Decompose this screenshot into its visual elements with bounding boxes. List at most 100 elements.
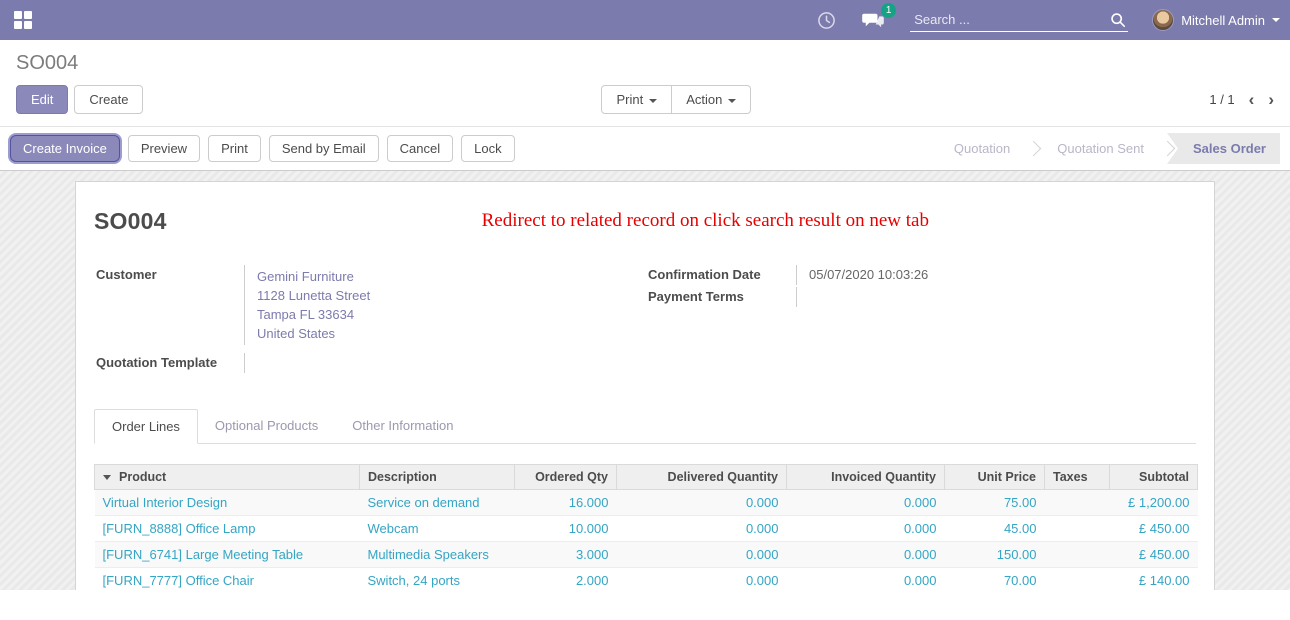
- customer-label: Customer: [94, 265, 244, 345]
- cell-unit-price[interactable]: 75.00: [945, 490, 1045, 516]
- customer-value: Gemini Furniture 1128 Lunetta Street Tam…: [244, 265, 646, 345]
- cell-delivered-qty[interactable]: 0.000: [617, 490, 787, 516]
- action-dropdown-button[interactable]: Action: [672, 85, 751, 114]
- cell-unit-price[interactable]: 45.00: [945, 516, 1045, 542]
- table-row[interactable]: Virtual Interior Design Service on deman…: [95, 490, 1198, 516]
- col-header-ordered-qty[interactable]: Ordered Qty: [515, 465, 617, 490]
- cell-description[interactable]: Multimedia Speakers: [360, 542, 515, 568]
- annotation-text: Redirect to related record on click sear…: [482, 210, 929, 232]
- activities-clock-icon[interactable]: [817, 11, 836, 30]
- cell-product[interactable]: [FURN_6741] Large Meeting Table: [95, 542, 360, 568]
- breadcrumb[interactable]: SO004: [16, 52, 1274, 75]
- edit-button[interactable]: Edit: [16, 85, 68, 114]
- user-name: Mitchell Admin: [1181, 13, 1265, 28]
- cell-ordered-qty[interactable]: 16.000: [515, 490, 617, 516]
- cell-product[interactable]: [FURN_8888] Office Lamp: [95, 516, 360, 542]
- pager-counter: 1 / 1: [1209, 92, 1234, 107]
- form-view-background: SO004 Redirect to related record on clic…: [0, 171, 1290, 590]
- preview-button[interactable]: Preview: [128, 135, 200, 162]
- chevron-down-icon: [649, 99, 657, 103]
- cell-delivered-qty[interactable]: 0.000: [617, 568, 787, 591]
- user-menu[interactable]: Mitchell Admin: [1152, 9, 1280, 31]
- cell-description[interactable]: Webcam: [360, 516, 515, 542]
- control-panel: SO004 Edit Create Print Action 1 / 1 ‹ ›: [0, 40, 1290, 126]
- confirmation-date-label: Confirmation Date: [646, 265, 796, 285]
- pager-next-icon[interactable]: ›: [1268, 91, 1274, 108]
- col-header-description[interactable]: Description: [360, 465, 515, 490]
- cell-product[interactable]: [FURN_7777] Office Chair: [95, 568, 360, 591]
- col-header-invoiced-qty[interactable]: Invoiced Quantity: [787, 465, 945, 490]
- status-steps: Quotation Quotation Sent Sales Order: [930, 133, 1280, 164]
- chevron-down-icon: [728, 99, 736, 103]
- print-button[interactable]: Print: [208, 135, 261, 162]
- table-row[interactable]: [FURN_7777] Office Chair Switch, 24 port…: [95, 568, 1198, 591]
- search-icon[interactable]: [1110, 12, 1126, 28]
- customer-name-link[interactable]: Gemini Furniture: [257, 267, 646, 286]
- cell-description[interactable]: Service on demand: [360, 490, 515, 516]
- create-button[interactable]: Create: [74, 85, 143, 114]
- tab-order-lines[interactable]: Order Lines: [94, 409, 198, 444]
- cell-invoiced-qty[interactable]: 0.000: [787, 490, 945, 516]
- col-header-unit-price[interactable]: Unit Price: [945, 465, 1045, 490]
- cell-delivered-qty[interactable]: 0.000: [617, 516, 787, 542]
- cell-subtotal[interactable]: £ 140.00: [1110, 568, 1198, 591]
- table-row[interactable]: [FURN_8888] Office Lamp Webcam 10.000 0.…: [95, 516, 1198, 542]
- send-by-email-button[interactable]: Send by Email: [269, 135, 379, 162]
- cell-ordered-qty[interactable]: 3.000: [515, 542, 617, 568]
- status-step-sales-order[interactable]: Sales Order: [1167, 133, 1280, 164]
- messages-icon[interactable]: 1: [862, 11, 884, 29]
- cell-invoiced-qty[interactable]: 0.000: [787, 516, 945, 542]
- col-header-taxes[interactable]: Taxes: [1045, 465, 1110, 490]
- cell-taxes[interactable]: [1045, 490, 1110, 516]
- right-field-group: Confirmation Date 05/07/2020 10:03:26 Pa…: [646, 265, 1196, 375]
- customer-city: Tampa FL 33634: [257, 305, 646, 324]
- cell-invoiced-qty[interactable]: 0.000: [787, 568, 945, 591]
- cell-description[interactable]: Switch, 24 ports: [360, 568, 515, 591]
- cell-subtotal[interactable]: £ 450.00: [1110, 516, 1198, 542]
- record-title: SO004: [94, 208, 167, 235]
- cell-unit-price[interactable]: 70.00: [945, 568, 1045, 591]
- chevron-down-icon: [1272, 18, 1280, 22]
- cell-taxes[interactable]: [1045, 542, 1110, 568]
- tab-optional-products[interactable]: Optional Products: [198, 409, 335, 443]
- col-header-delivered-qty[interactable]: Delivered Quantity: [617, 465, 787, 490]
- sort-caret-icon: [103, 475, 111, 480]
- cell-unit-price[interactable]: 150.00: [945, 542, 1045, 568]
- cell-taxes[interactable]: [1045, 568, 1110, 591]
- pager-previous-icon[interactable]: ‹: [1249, 91, 1255, 108]
- tab-other-information[interactable]: Other Information: [335, 409, 470, 443]
- cell-invoiced-qty[interactable]: 0.000: [787, 542, 945, 568]
- quotation-template-value: [244, 353, 646, 373]
- create-invoice-button[interactable]: Create Invoice: [10, 135, 120, 162]
- confirmation-date-value: 05/07/2020 10:03:26: [796, 265, 1196, 285]
- table-header-row: Product Description Ordered Qty Delivere…: [95, 465, 1198, 490]
- cell-product[interactable]: Virtual Interior Design: [95, 490, 360, 516]
- customer-street: 1128 Lunetta Street: [257, 286, 646, 305]
- table-row[interactable]: [FURN_6741] Large Meeting Table Multimed…: [95, 542, 1198, 568]
- col-header-subtotal[interactable]: Subtotal: [1110, 465, 1198, 490]
- global-search: [910, 8, 1128, 32]
- quotation-template-label: Quotation Template: [94, 353, 244, 373]
- form-sheet: SO004 Redirect to related record on clic…: [75, 181, 1215, 590]
- cancel-button[interactable]: Cancel: [387, 135, 453, 162]
- message-count-badge: 1: [881, 3, 896, 18]
- top-navbar: 1 Mitchell Admin: [0, 0, 1290, 40]
- user-avatar: [1152, 9, 1174, 31]
- status-step-quotation[interactable]: Quotation: [930, 133, 1034, 164]
- cell-subtotal[interactable]: £ 450.00: [1110, 542, 1198, 568]
- statusbar: Create Invoice Preview Print Send by Ema…: [0, 126, 1290, 171]
- cell-delivered-qty[interactable]: 0.000: [617, 542, 787, 568]
- order-lines-table: Product Description Ordered Qty Delivere…: [94, 464, 1198, 590]
- col-header-product[interactable]: Product: [95, 465, 360, 490]
- status-step-quotation-sent[interactable]: Quotation Sent: [1033, 133, 1168, 164]
- cell-ordered-qty[interactable]: 10.000: [515, 516, 617, 542]
- cell-taxes[interactable]: [1045, 516, 1110, 542]
- apps-menu-icon[interactable]: [14, 11, 33, 30]
- search-input[interactable]: [912, 11, 1110, 28]
- cell-ordered-qty[interactable]: 2.000: [515, 568, 617, 591]
- customer-country: United States: [257, 324, 646, 343]
- cell-subtotal[interactable]: £ 1,200.00: [1110, 490, 1198, 516]
- print-dropdown-button[interactable]: Print: [601, 85, 672, 114]
- notebook-tabs: Order Lines Optional Products Other Info…: [94, 409, 1196, 444]
- lock-button[interactable]: Lock: [461, 135, 514, 162]
